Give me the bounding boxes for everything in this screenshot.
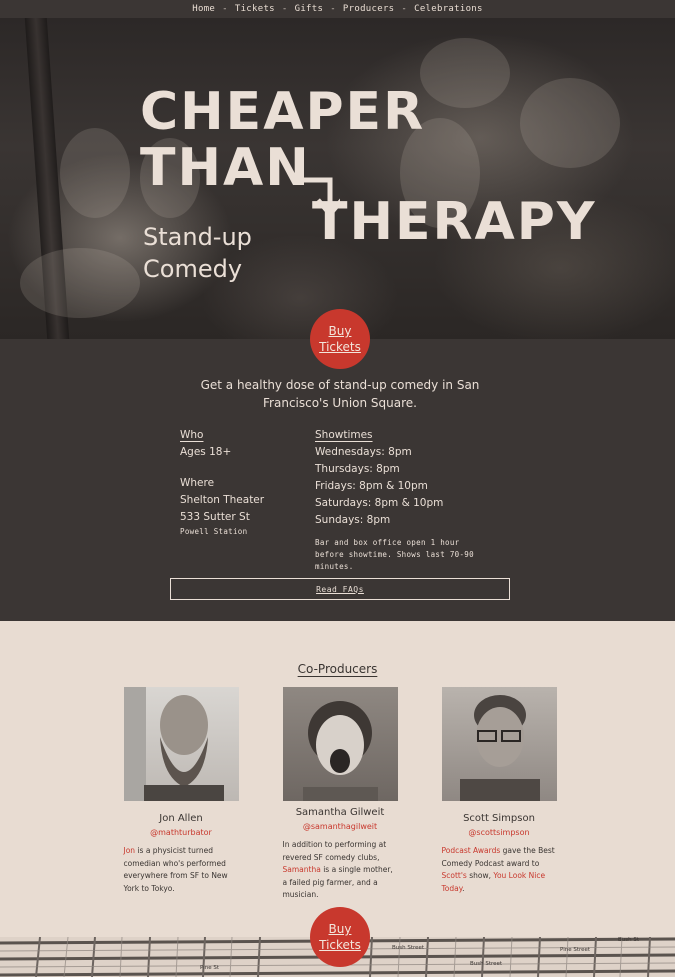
- hero-photo-audience: [420, 38, 510, 108]
- showtime-item: Saturdays: 8pm & 10pm: [315, 497, 444, 509]
- showtime-item: Fridays: 8pm & 10pm: [315, 480, 428, 492]
- buy-tickets-label-line2: Tickets: [319, 340, 361, 354]
- producer-bio: In addition to performing at revered SF …: [283, 839, 398, 902]
- buy-tickets-label-line1: Buy: [328, 922, 352, 936]
- tagline: Get a healthy dose of stand-up comedy in…: [200, 378, 480, 410]
- hero-banner: CHEAPER THAN THERAPY Stand-up Comedy: [0, 18, 675, 339]
- nav-gifts[interactable]: Gifts: [295, 4, 324, 14]
- buy-tickets-label-line1: Buy: [328, 324, 352, 338]
- producer-bio: Podcast Awards gave the Best Comedy Podc…: [442, 845, 557, 895]
- nav-home[interactable]: Home: [192, 4, 215, 14]
- nav-separator: -: [401, 4, 408, 14]
- producer-photo: [123, 687, 239, 801]
- producer-name: Scott Simpson: [463, 813, 535, 824]
- producer-handle-link[interactable]: @samanthagilweit: [270, 822, 410, 831]
- producer-photo: [282, 687, 398, 801]
- producer-bio-text: is a physicist turned comedian who's per…: [123, 846, 228, 893]
- co-producers-heading: Co-Producers: [297, 662, 378, 676]
- hero-photo-audience: [20, 248, 140, 318]
- producer-name: Samantha Gilweit: [295, 807, 385, 818]
- producer-bio-link[interactable]: Jon: [124, 846, 136, 855]
- hero-title-line1: CHEAPER: [140, 82, 426, 142]
- showtimes-heading: Showtimes: [315, 429, 373, 441]
- buy-tickets-button[interactable]: Buy Tickets: [310, 309, 370, 369]
- showtime-item: Sundays: 8pm: [315, 514, 391, 526]
- hero-photo-audience: [60, 128, 130, 218]
- nav-separator: -: [281, 4, 288, 14]
- hero-title-line2: THAN: [140, 138, 311, 198]
- producer-bio-text: In addition to performing at revered SF …: [282, 840, 387, 862]
- showtimes-column: Showtimes Wednesdays: 8pm Thursdays: 8pm…: [315, 427, 495, 573]
- who-where-column: Who Ages 18+ Where Shelton Theater 533 S…: [180, 427, 300, 538]
- producer-bio: Jon is a physicist turned comedian who's…: [124, 845, 239, 895]
- producer-handle-link[interactable]: @scottsimpson: [429, 828, 569, 837]
- producer-photo: [441, 687, 557, 801]
- who-value: Ages 18+: [180, 446, 232, 458]
- producer-card-jon: Jon Allen @mathturbator Jon is a physici…: [111, 687, 251, 895]
- hero-photo-audience: [520, 78, 620, 168]
- map-street-label: Pine St: [200, 965, 220, 971]
- producer-bio-text: .: [462, 883, 465, 893]
- show-info-section: Get a healthy dose of stand-up comedy in…: [0, 339, 675, 621]
- who-heading: Who: [180, 429, 204, 441]
- producer-bio-link[interactable]: Podcast Awards: [442, 846, 501, 855]
- hero-subtitle-line2: Comedy: [143, 255, 243, 283]
- map-street-label: Pine Street: [560, 947, 591, 953]
- producer-card-samantha: Samantha Gilweit @samanthagilweit In add…: [270, 687, 410, 902]
- venue-address: 533 Sutter St: [180, 511, 250, 523]
- producer-name: Jon Allen: [159, 813, 203, 824]
- buy-tickets-label-line2: Tickets: [319, 938, 361, 952]
- top-nav: Home - Tickets - Gifts - Producers - Cel…: [0, 0, 675, 18]
- read-faqs-button[interactable]: Read FAQs: [170, 578, 510, 600]
- hero-subtitle-line1: Stand-up: [143, 223, 252, 251]
- showtime-item: Thursdays: 8pm: [315, 463, 400, 475]
- buy-tickets-button[interactable]: Buy Tickets: [310, 907, 370, 967]
- hero-subtitle: Stand-up Comedy: [143, 221, 303, 285]
- showtime-item: Wednesdays: 8pm: [315, 446, 412, 458]
- producer-bio-text: show,: [466, 871, 494, 880]
- map-street-label: Bush Street: [470, 961, 503, 967]
- producer-bio-link[interactable]: Samantha: [283, 865, 321, 874]
- producer-card-scott: Scott Simpson @scottsimpson Podcast Awar…: [429, 687, 569, 895]
- venue-name: Shelton Theater: [180, 494, 265, 506]
- producer-bio-link[interactable]: Scott's: [442, 871, 467, 880]
- nav-separator: -: [222, 4, 228, 14]
- nav-celebrations[interactable]: Celebrations: [414, 4, 483, 14]
- venue-station: Powell Station: [180, 527, 248, 536]
- hero-title-line3: THERAPY: [312, 192, 597, 252]
- nav-tickets[interactable]: Tickets: [235, 4, 275, 14]
- nav-producers[interactable]: Producers: [343, 4, 394, 14]
- showtime-note: Bar and box office open 1 hour before sh…: [315, 538, 474, 571]
- map-street-label: Bush Street: [392, 945, 425, 951]
- map-street-label: Bush St: [618, 937, 640, 943]
- nav-separator: -: [330, 4, 336, 14]
- where-heading: Where: [180, 477, 215, 489]
- co-producers-section: Co-Producers Jon Allen @mathturbator Jon…: [0, 621, 675, 937]
- producer-handle-link[interactable]: @mathturbator: [111, 828, 251, 837]
